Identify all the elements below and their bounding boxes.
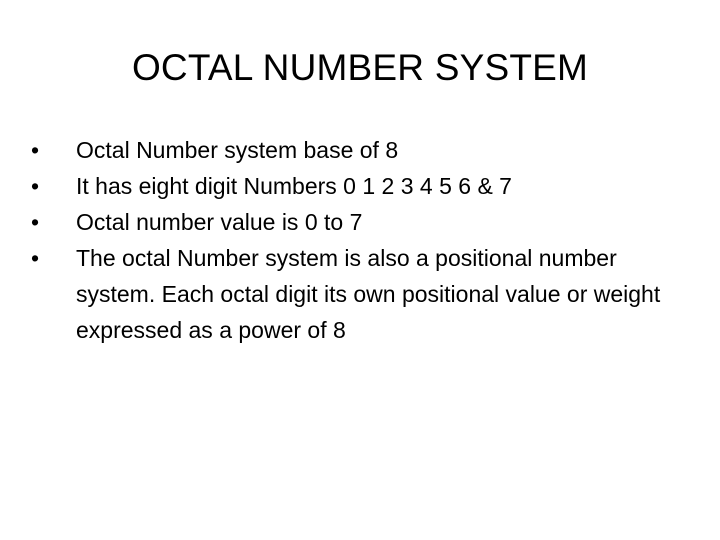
bullet-list: • Octal Number system base of 8 • It has… [30, 132, 700, 348]
bullet-text: Octal Number system base of 8 [76, 137, 399, 163]
bullet-text: It has eight digit Numbers 0 1 2 3 4 5 6… [76, 173, 512, 199]
bullet-dot-icon: • [31, 245, 40, 271]
slide: OCTAL NUMBER SYSTEM • Octal Number syste… [0, 0, 720, 540]
bullet-text: The octal Number system is also a positi… [76, 245, 661, 343]
bullet-text: Octal number value is 0 to 7 [76, 209, 363, 235]
bullet-item: • Octal Number system base of 8 [30, 132, 700, 168]
bullet-item: • It has eight digit Numbers 0 1 2 3 4 5… [30, 168, 700, 204]
bullet-item: • Octal number value is 0 to 7 [30, 204, 700, 240]
bullet-dot-icon: • [31, 137, 40, 163]
bullet-dot-icon: • [31, 173, 40, 199]
bullet-item: • The octal Number system is also a posi… [30, 240, 700, 348]
bullet-dot-icon: • [31, 209, 40, 235]
slide-title: OCTAL NUMBER SYSTEM [131, 47, 589, 88]
